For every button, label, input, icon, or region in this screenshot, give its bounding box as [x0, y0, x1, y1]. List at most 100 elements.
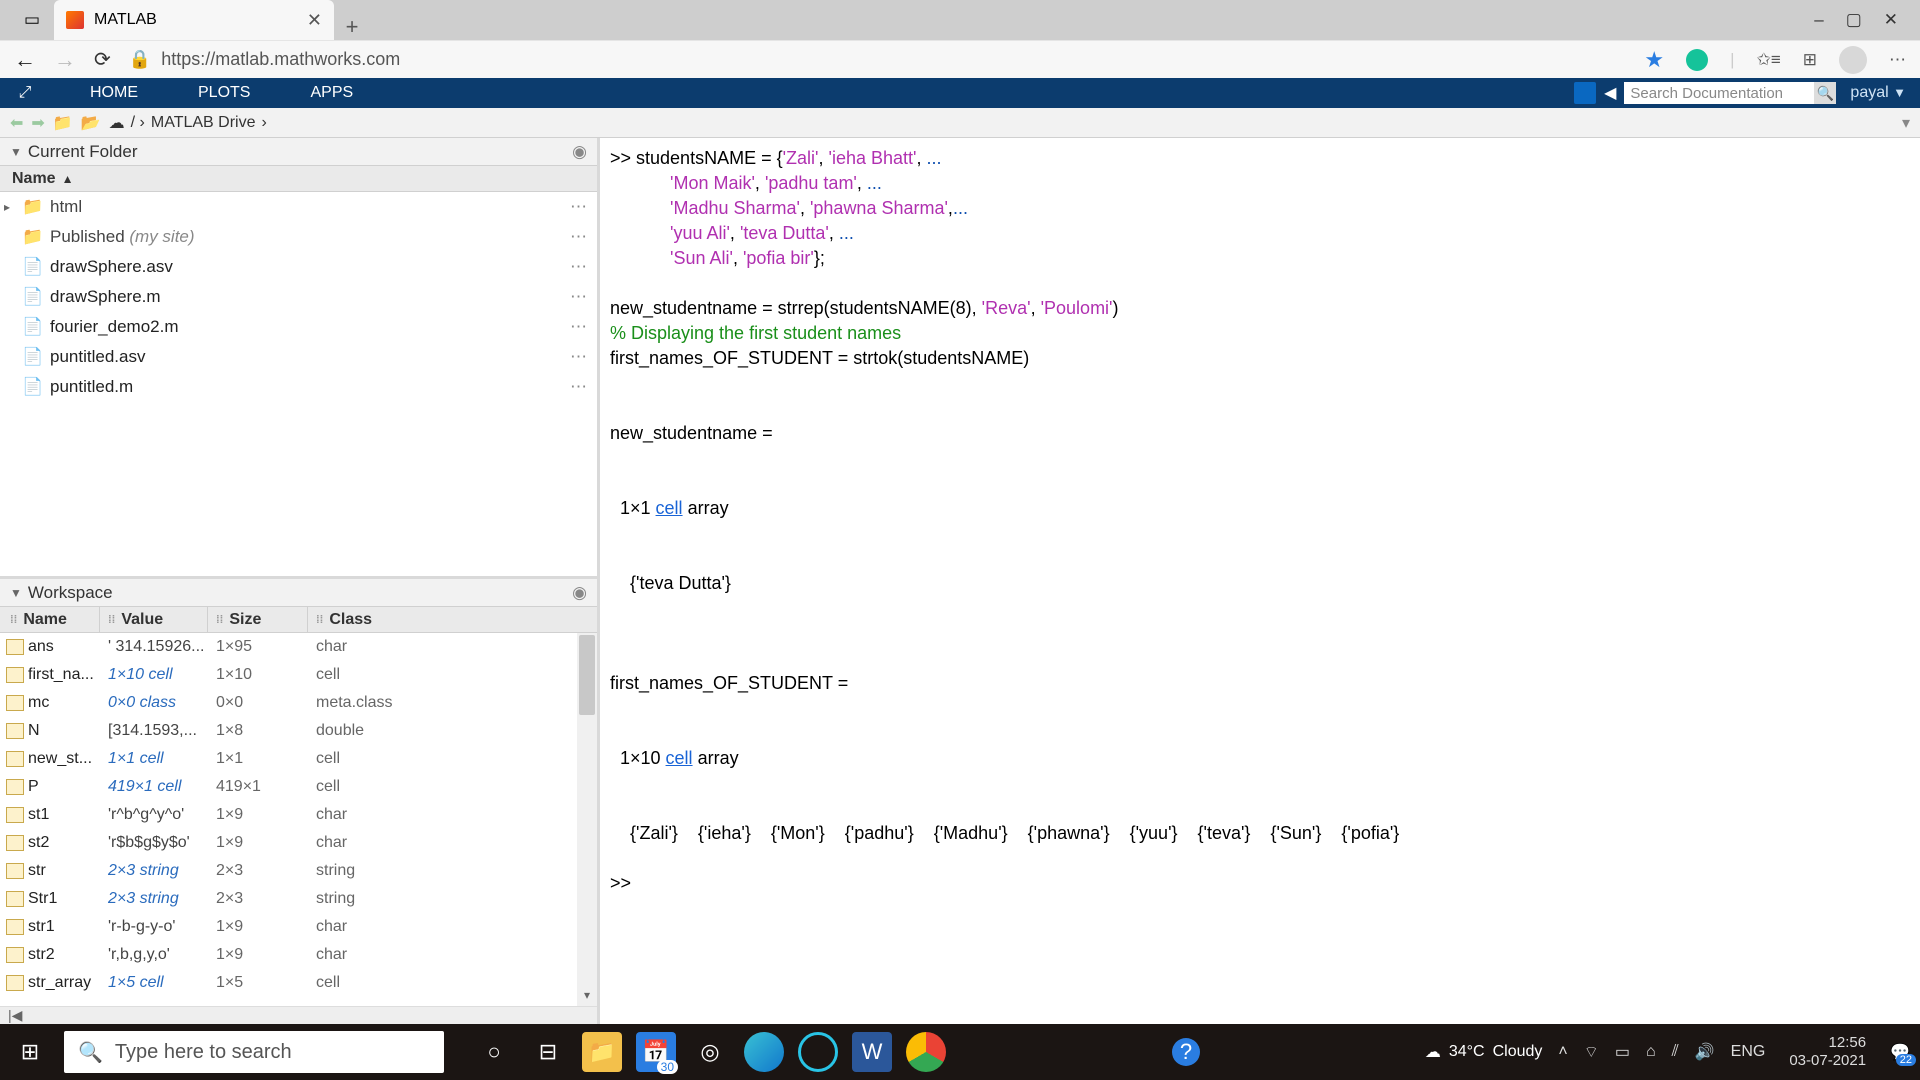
bookmark-star-icon[interactable]: ★	[1644, 47, 1664, 73]
ws-col-name[interactable]: ⁞⁞Name	[0, 607, 100, 632]
alexa-icon[interactable]	[798, 1032, 838, 1072]
taskbar-search[interactable]: 🔍 Type here to search	[64, 1031, 444, 1073]
toolstrip-back-icon[interactable]: ◀	[1604, 83, 1616, 103]
window-close-button[interactable]: ✕	[1884, 10, 1898, 30]
grammarly-icon[interactable]	[1686, 49, 1708, 71]
folder-browse-icon[interactable]: 📂	[81, 113, 101, 133]
file-menu-icon[interactable]: ⋯	[570, 287, 587, 307]
file-row[interactable]: 📄drawSphere.m⋯	[0, 282, 597, 312]
nav-forward-button[interactable]: →	[54, 47, 76, 73]
cortana-icon[interactable]: ○	[474, 1032, 514, 1072]
tab-close-button[interactable]: ✕	[307, 10, 322, 31]
file-row[interactable]: 📄fourier_demo2.m⋯	[0, 312, 597, 342]
nav-back-button[interactable]: ←	[14, 47, 36, 73]
panel-menu-icon[interactable]: ◉	[572, 142, 587, 162]
workspace-row[interactable]: str1'r-b-g-y-o'1×9char	[0, 913, 597, 941]
panel-menu-icon[interactable]: ◉	[572, 583, 587, 603]
workspace-row[interactable]: str_array1×5 cell1×5cell	[0, 969, 597, 997]
var-value: ' 314.15926...	[100, 638, 208, 656]
onedrive-icon[interactable]: ⌔	[1584, 1042, 1599, 1062]
edge-icon[interactable]	[744, 1032, 784, 1072]
window-minimize-button[interactable]: –	[1814, 10, 1823, 30]
user-menu[interactable]: payal ▼	[1844, 84, 1912, 102]
toolstrip-expand-button[interactable]: ⤢	[0, 84, 50, 102]
workspace-row[interactable]: Str12×3 string2×3string	[0, 885, 597, 913]
path-back-icon[interactable]: ⬅	[10, 113, 23, 133]
workspace-panel: ▼ Workspace ◉ ⁞⁞Name ⁞⁞Value ⁞⁞Size ⁞⁞Cl…	[0, 576, 597, 1006]
scrollbar-down-icon[interactable]: ▾	[579, 988, 595, 1004]
file-menu-icon[interactable]: ⋯	[570, 257, 587, 277]
workspace-row[interactable]: N[314.1593,...1×8double	[0, 717, 597, 745]
path-dropdown-icon[interactable]: ▾	[1902, 113, 1910, 133]
browser-tab[interactable]: MATLAB ✕	[54, 0, 334, 40]
task-view-icon[interactable]: ⊟	[528, 1032, 568, 1072]
clock[interactable]: 12:56 03-07-2021	[1781, 1034, 1874, 1070]
breadcrumb[interactable]: ☁ / › MATLAB Drive ›	[109, 113, 267, 133]
ws-col-class[interactable]: ⁞⁞Class	[308, 607, 597, 632]
scrollbar-thumb[interactable]	[579, 635, 595, 715]
file-menu-icon[interactable]: ⋯	[570, 347, 587, 367]
network-icon[interactable]: ⫽	[1672, 1043, 1679, 1061]
workspace-panel-header[interactable]: ▼ Workspace ◉	[0, 579, 597, 607]
toolstrip-action-icon[interactable]	[1574, 82, 1596, 104]
new-tab-button[interactable]: +	[334, 14, 370, 40]
weather-widget[interactable]: ☁ 34°C Cloudy	[1425, 1042, 1543, 1062]
toolstrip-tab-home[interactable]: HOME	[90, 84, 138, 102]
command-window[interactable]: >> studentsNAME = {'Zali', 'ieha Bhatt',…	[600, 138, 1920, 1024]
spotify-icon[interactable]: ◎	[690, 1032, 730, 1072]
variable-icon	[6, 667, 24, 683]
wifi-icon[interactable]: ⌂	[1646, 1043, 1656, 1061]
folder-up-icon[interactable]: 📁	[53, 113, 73, 133]
tab-overview-button[interactable]: ▭	[10, 0, 54, 40]
volume-icon[interactable]: 🔊	[1695, 1042, 1715, 1062]
calendar-icon[interactable]: 📅30	[636, 1032, 676, 1072]
workspace-row[interactable]: st2'r$b$g$y$o'1×9char	[0, 829, 597, 857]
workspace-row[interactable]: new_st...1×1 cell1×1cell	[0, 745, 597, 773]
ws-col-size[interactable]: ⁞⁞Size	[208, 607, 308, 632]
file-row[interactable]: 📄puntitled.asv⋯	[0, 342, 597, 372]
workspace-row[interactable]: mc0×0 class0×0meta.class	[0, 689, 597, 717]
language-indicator[interactable]: ENG	[1731, 1043, 1766, 1061]
toolstrip-tab-plots[interactable]: PLOTS	[198, 84, 250, 102]
workspace-row[interactable]: ans' 314.15926...1×95char	[0, 633, 597, 661]
search-documentation-input[interactable]: Search Documentation	[1624, 82, 1814, 104]
workspace-row[interactable]: str2×3 string2×3string	[0, 857, 597, 885]
file-menu-icon[interactable]: ⋯	[570, 377, 587, 397]
toolstrip-tab-apps[interactable]: APPS	[310, 84, 353, 102]
workspace-scrollbar[interactable]: ▾	[577, 633, 597, 1006]
nav-reload-button[interactable]: ⟳	[94, 47, 111, 72]
address-input[interactable]: 🔒 https://matlab.mathworks.com	[129, 49, 1627, 70]
notifications-icon[interactable]: 💬22	[1890, 1042, 1910, 1062]
file-explorer-icon[interactable]: 📁	[582, 1032, 622, 1072]
workspace-row[interactable]: str2'r,b,g,y,o'1×9char	[0, 941, 597, 969]
var-size: 1×9	[208, 918, 308, 936]
start-button[interactable]: ⊞	[0, 1024, 60, 1080]
file-menu-icon[interactable]: ⋯	[570, 317, 587, 337]
file-row[interactable]: ▸📁html⋯	[0, 192, 597, 222]
file-row[interactable]: 📄puntitled.m⋯	[0, 372, 597, 402]
chrome-icon[interactable]	[906, 1032, 946, 1072]
help-icon[interactable]: ?	[1166, 1032, 1206, 1072]
word-icon[interactable]: W	[852, 1032, 892, 1072]
workspace-row[interactable]: P419×1 cell419×1cell	[0, 773, 597, 801]
favorites-icon[interactable]: ✩≡	[1757, 50, 1781, 70]
battery-icon[interactable]: ▭	[1615, 1042, 1630, 1062]
file-menu-icon[interactable]: ⋯	[570, 197, 587, 217]
workspace-row[interactable]: st1'r^b^g^y^o'1×9char	[0, 801, 597, 829]
var-name: P	[28, 778, 39, 796]
browser-menu-button[interactable]: ⋯	[1889, 50, 1906, 70]
path-forward-icon[interactable]: ➡	[31, 113, 44, 133]
file-menu-icon[interactable]: ⋯	[570, 227, 587, 247]
file-row[interactable]: 📄drawSphere.asv⋯	[0, 252, 597, 282]
current-folder-panel-header[interactable]: ▼ Current Folder ◉	[0, 138, 597, 166]
file-list-header[interactable]: Name ▲	[0, 166, 597, 192]
tray-chevron-icon[interactable]: ˄	[1558, 1043, 1567, 1061]
window-maximize-button[interactable]: ▢	[1846, 10, 1862, 30]
collections-icon[interactable]: ⊞	[1803, 50, 1817, 70]
file-row[interactable]: 📁Published (my site)⋯	[0, 222, 597, 252]
profile-avatar[interactable]	[1839, 46, 1867, 74]
workspace-row[interactable]: first_na...1×10 cell1×10cell	[0, 661, 597, 689]
file-icon: 📄	[22, 287, 44, 307]
search-icon[interactable]: 🔍	[1814, 82, 1836, 104]
ws-col-value[interactable]: ⁞⁞Value	[100, 607, 208, 632]
